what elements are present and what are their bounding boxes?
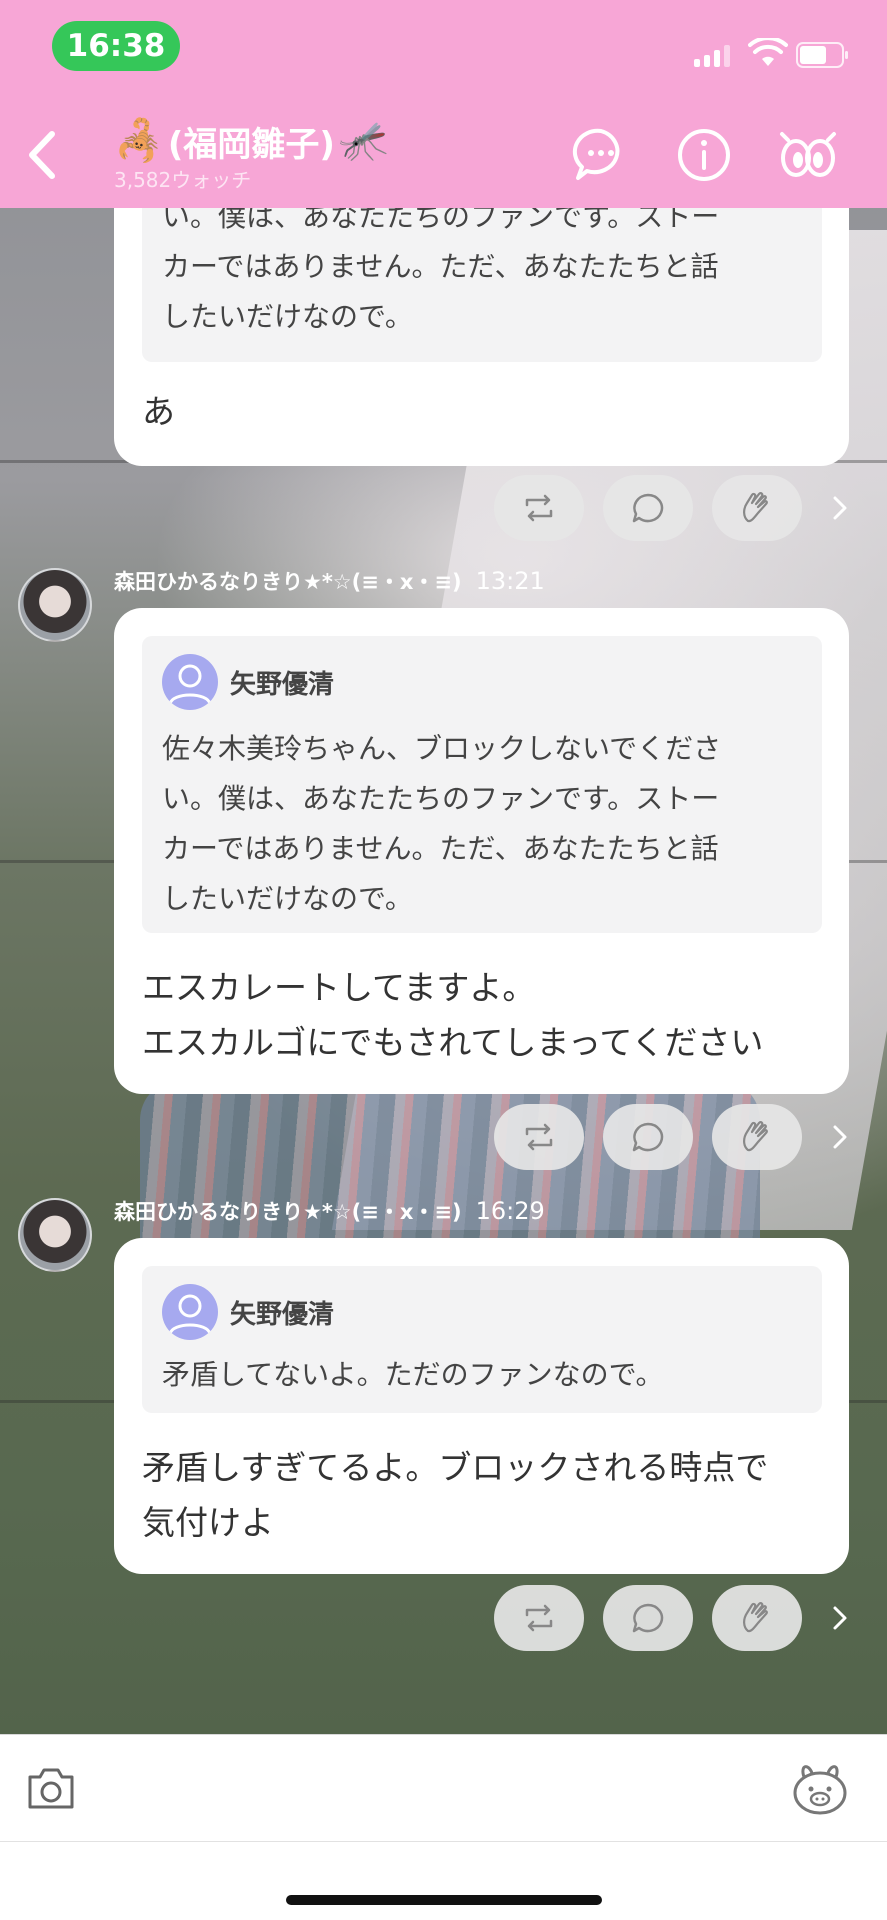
chat-bubble-icon[interactable]	[572, 126, 630, 184]
status-time: 16:38	[52, 21, 180, 71]
quote-body: 佐々木美玲ちゃん、ブロックしないでくださ い。僕は、あなたたちのファンです。スト…	[162, 724, 802, 924]
more-chevron-icon[interactable]	[829, 1122, 851, 1152]
comment-icon	[632, 1603, 664, 1633]
quoted-message[interactable]: 矢野優清 矛盾してないよ。ただのファンなので。	[142, 1266, 822, 1413]
message-sender: 森田ひかるなりきり★*☆(≡・x・≡) 13:21	[18, 567, 545, 642]
quote-line: 矛盾してないよ。ただのファンなので。	[162, 1358, 664, 1391]
watch-count: 3,582ウォッチ	[114, 168, 252, 192]
clap-icon	[743, 1121, 768, 1152]
home-indicator[interactable]	[286, 1895, 602, 1905]
wifi-icon	[748, 38, 788, 66]
message-line: 矛盾しすぎてるよ。ブロックされる時点で	[142, 1448, 769, 1487]
sender-name: 森田ひかるなりきり★*☆(≡・x・≡)	[114, 570, 462, 594]
stamp-icon[interactable]	[790, 1761, 850, 1817]
clap-icon	[743, 1602, 768, 1633]
scorpion-emoji: 🦂	[114, 118, 164, 164]
quote-line: したいだけなので。	[162, 300, 413, 333]
comment-button[interactable]	[603, 1104, 693, 1170]
comment-button[interactable]	[603, 1585, 693, 1651]
avatar[interactable]	[18, 568, 92, 642]
quote-avatar	[162, 654, 218, 710]
message-line: 気付けよ	[142, 1503, 274, 1542]
comment-icon	[632, 1122, 664, 1152]
message-line: エスカレートしてますよ。	[142, 968, 536, 1007]
room-name: (福岡雛子)	[167, 124, 335, 165]
more-chevron-icon[interactable]	[829, 1603, 851, 1633]
mosquito-emoji: 🦟	[338, 118, 389, 164]
person-icon	[168, 1294, 212, 1335]
bottom-input-bar	[0, 1734, 887, 1920]
more-chevron-icon[interactable]	[829, 493, 851, 523]
sender-name-row: 森田ひかるなりきり★*☆(≡・x・≡) 13:21	[114, 566, 545, 596]
sender-name: 森田ひかるなりきり★*☆(≡・x・≡)	[114, 1200, 462, 1224]
chat-header: 16:38 🦂 (福岡雛子) 🦟 3,582ウォッチ	[0, 0, 887, 208]
reaction-bar	[494, 475, 821, 541]
repost-button[interactable]	[494, 1104, 584, 1170]
watch-eyes-icon[interactable]	[776, 126, 840, 184]
quote-body: 矛盾してないよ。ただのファンなので。	[162, 1350, 802, 1400]
quote-line: 佐々木美玲ちゃん、ブロックしないでくださ	[162, 732, 722, 765]
quote-line: したいだけなので。	[162, 882, 413, 915]
reaction-bar	[494, 1104, 821, 1170]
repost-button[interactable]	[494, 1585, 584, 1651]
message-bubble[interactable]: い。僕は、あなたたちのファンです。ストー カーではありません。ただ、あなたたちと…	[114, 180, 849, 466]
avatar[interactable]	[18, 1198, 92, 1272]
clap-button[interactable]	[712, 475, 802, 541]
message-time: 16:29	[475, 1197, 545, 1225]
repost-icon	[525, 494, 553, 522]
battery-icon	[796, 42, 848, 68]
message-line: あ	[142, 392, 175, 431]
quote-body: い。僕は、あなたたちのファンです。ストー カーではありません。ただ、あなたたちと…	[162, 192, 802, 342]
message-bubble[interactable]: 矢野優清 矛盾してないよ。ただのファンなので。 矛盾しすぎてるよ。ブロックされる…	[114, 1238, 849, 1574]
back-chevron-icon[interactable]	[22, 128, 62, 182]
sender-name-row: 森田ひかるなりきり★*☆(≡・x・≡) 16:29	[114, 1196, 545, 1226]
repost-button[interactable]	[494, 475, 584, 541]
reaction-bar	[494, 1585, 821, 1651]
quote-line: カーではありません。ただ、あなたたちと話	[162, 832, 719, 865]
message-text: エスカレートしてますよ。 エスカルゴにでもされてしまってください	[142, 960, 763, 1070]
message-text: あ	[142, 384, 175, 439]
divider	[0, 1841, 887, 1842]
info-icon[interactable]	[675, 126, 733, 184]
quote-line: い。僕は、あなたたちのファンです。ストー	[162, 782, 720, 815]
clap-button[interactable]	[712, 1104, 802, 1170]
quote-line: カーではありません。ただ、あなたたちと話	[162, 250, 719, 283]
quote-author: 矢野優清	[230, 669, 335, 700]
quote-header: 矢野優清	[162, 1284, 334, 1340]
quote-avatar	[162, 1284, 218, 1340]
message-text: 矛盾しすぎてるよ。ブロックされる時点で 気付けよ	[142, 1440, 768, 1550]
message-bubble[interactable]: 矢野優清 佐々木美玲ちゃん、ブロックしないでくださ い。僕は、あなたたちのファン…	[114, 608, 849, 1094]
comment-icon	[632, 493, 664, 523]
camera-icon[interactable]	[26, 1765, 76, 1811]
repost-icon	[525, 1123, 553, 1151]
cellular-signal-icon	[694, 45, 734, 67]
quote-author: 矢野優清	[230, 1299, 335, 1330]
repost-icon	[525, 1604, 553, 1632]
clap-button[interactable]	[712, 1585, 802, 1651]
quote-header: 矢野優清	[162, 654, 334, 710]
quoted-message[interactable]: 矢野優清 佐々木美玲ちゃん、ブロックしないでくださ い。僕は、あなたたちのファン…	[142, 636, 822, 933]
message-line: エスカルゴにでもされてしまってください	[142, 1023, 764, 1062]
room-title: 🦂 (福岡雛子) 🦟	[114, 116, 389, 166]
clap-icon	[743, 492, 768, 523]
person-icon	[168, 664, 212, 705]
message-time: 13:21	[475, 567, 545, 595]
comment-button[interactable]	[603, 475, 693, 541]
message-sender: 森田ひかるなりきり★*☆(≡・x・≡) 16:29	[18, 1197, 545, 1272]
